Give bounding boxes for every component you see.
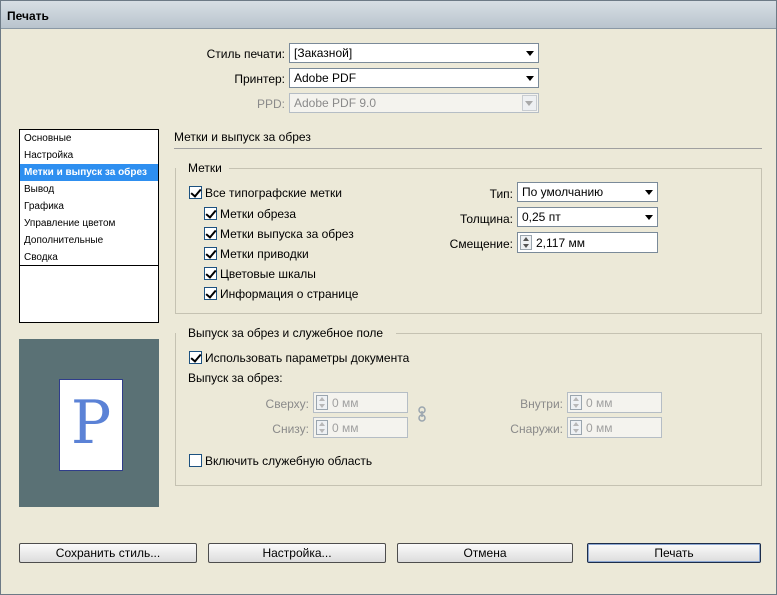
printer-select[interactable]: Adobe PDF <box>289 68 539 88</box>
bleed-label: Выпуск за обрез: <box>188 371 283 385</box>
bleed-inside-input: 0 мм <box>567 392 662 413</box>
bleed-outside-value: 0 мм <box>586 421 613 435</box>
title-bar: Печать <box>1 1 776 29</box>
crop-marks-checkbox[interactable] <box>204 207 217 220</box>
bleed-top-input: 0 мм <box>313 392 408 413</box>
use-document-settings-checkbox[interactable] <box>189 351 202 364</box>
registration-marks-label: Метки приводки <box>220 247 309 261</box>
sidebar-item-setup[interactable]: Настройка <box>20 147 158 164</box>
sidebar-item-output[interactable]: Вывод <box>20 181 158 198</box>
print-button[interactable]: Печать <box>587 543 761 563</box>
crop-marks-label: Метки обреза <box>220 207 296 221</box>
printer-value: Adobe PDF <box>294 71 357 85</box>
weight-label: Толщина: <box>459 212 513 226</box>
print-style-select[interactable]: [Заказной] <box>289 43 539 63</box>
print-dialog: Печать Стиль печати: [Заказной] Принтер:… <box>0 0 777 595</box>
page-info-checkbox[interactable] <box>204 287 217 300</box>
bleed-inside-value: 0 мм <box>586 396 613 410</box>
chain-link-icon <box>418 406 426 422</box>
chevron-down-icon <box>526 51 534 56</box>
window-title: Печать <box>7 9 49 23</box>
bleed-top-label: Сверху: <box>265 397 309 411</box>
sidebar-item-advanced[interactable]: Дополнительные <box>20 232 158 249</box>
save-style-button[interactable]: Сохранить стиль... <box>19 543 197 563</box>
all-marks-label: Все типографские метки <box>205 186 342 200</box>
include-slug-checkbox[interactable] <box>189 454 202 467</box>
offset-stepper[interactable] <box>520 235 532 250</box>
preview-page: P <box>59 379 123 471</box>
bleed-inside-stepper <box>570 395 582 410</box>
sidebar-item-general[interactable]: Основные <box>20 130 158 147</box>
print-style-label: Стиль печати: <box>206 47 285 61</box>
bleed-bottom-value: 0 мм <box>332 421 359 435</box>
bleed-outside-label: Снаружи: <box>510 422 563 436</box>
preview-letter: P <box>70 388 112 458</box>
registration-marks-checkbox[interactable] <box>204 247 217 260</box>
offset-value: 2,117 мм <box>536 236 585 250</box>
bleed-inside-label: Внутри: <box>520 397 563 411</box>
print-style-value: [Заказной] <box>294 46 353 60</box>
offset-label: Смещение: <box>449 237 513 251</box>
bleed-outside-input: 0 мм <box>567 417 662 438</box>
type-label: Тип: <box>489 187 513 201</box>
color-bars-label: Цветовые шкалы <box>220 267 316 281</box>
ppd-dropdown-button <box>522 95 537 111</box>
bleed-top-stepper <box>316 395 328 410</box>
section-title: Метки и выпуск за обрез <box>174 130 311 144</box>
type-select[interactable]: По умолчанию <box>517 182 658 202</box>
use-document-settings-label: Использовать параметры документа <box>205 351 410 365</box>
include-slug-label: Включить служебную область <box>205 454 373 468</box>
bleed-marks-label: Метки выпуска за обрез <box>220 227 354 241</box>
cancel-button[interactable]: Отмена <box>397 543 573 563</box>
chevron-down-icon <box>645 190 653 195</box>
sidebar-item-graphics[interactable]: Графика <box>20 198 158 215</box>
sidebar-nav: Основные Настройка Метки и выпуск за обр… <box>19 129 159 323</box>
ppd-value: Adobe PDF 9.0 <box>294 96 377 110</box>
sidebar-item-marks-bleed[interactable]: Метки и выпуск за обрез <box>20 164 158 181</box>
offset-input[interactable]: 2,117 мм <box>517 232 658 253</box>
sidebar-item-summary[interactable]: Сводка <box>20 249 158 266</box>
weight-value: 0,25 пт <box>522 210 561 224</box>
color-bars-checkbox[interactable] <box>204 267 217 280</box>
printer-label: Принтер: <box>234 72 285 86</box>
chevron-down-icon <box>526 76 534 81</box>
page-info-label: Информация о странице <box>220 287 359 301</box>
bleed-marks-checkbox[interactable] <box>204 227 217 240</box>
bleed-top-value: 0 мм <box>332 396 359 410</box>
section-divider <box>174 148 762 149</box>
nav-divider <box>20 265 158 266</box>
weight-select[interactable]: 0,25 пт <box>517 207 658 227</box>
bleed-bottom-input: 0 мм <box>313 417 408 438</box>
bleed-bottom-stepper <box>316 420 328 435</box>
sidebar-item-color-management[interactable]: Управление цветом <box>20 215 158 232</box>
setup-button[interactable]: Настройка... <box>208 543 386 563</box>
chevron-down-icon <box>645 215 653 220</box>
ppd-select: Adobe PDF 9.0 <box>289 93 539 113</box>
type-value: По умолчанию <box>522 185 604 199</box>
all-marks-checkbox[interactable] <box>189 186 202 199</box>
ppd-label: PPD: <box>256 97 285 111</box>
page-preview: P <box>19 339 159 507</box>
bleed-outside-stepper <box>570 420 582 435</box>
bleed-bottom-label: Снизу: <box>272 422 309 436</box>
chevron-down-icon <box>525 101 533 106</box>
